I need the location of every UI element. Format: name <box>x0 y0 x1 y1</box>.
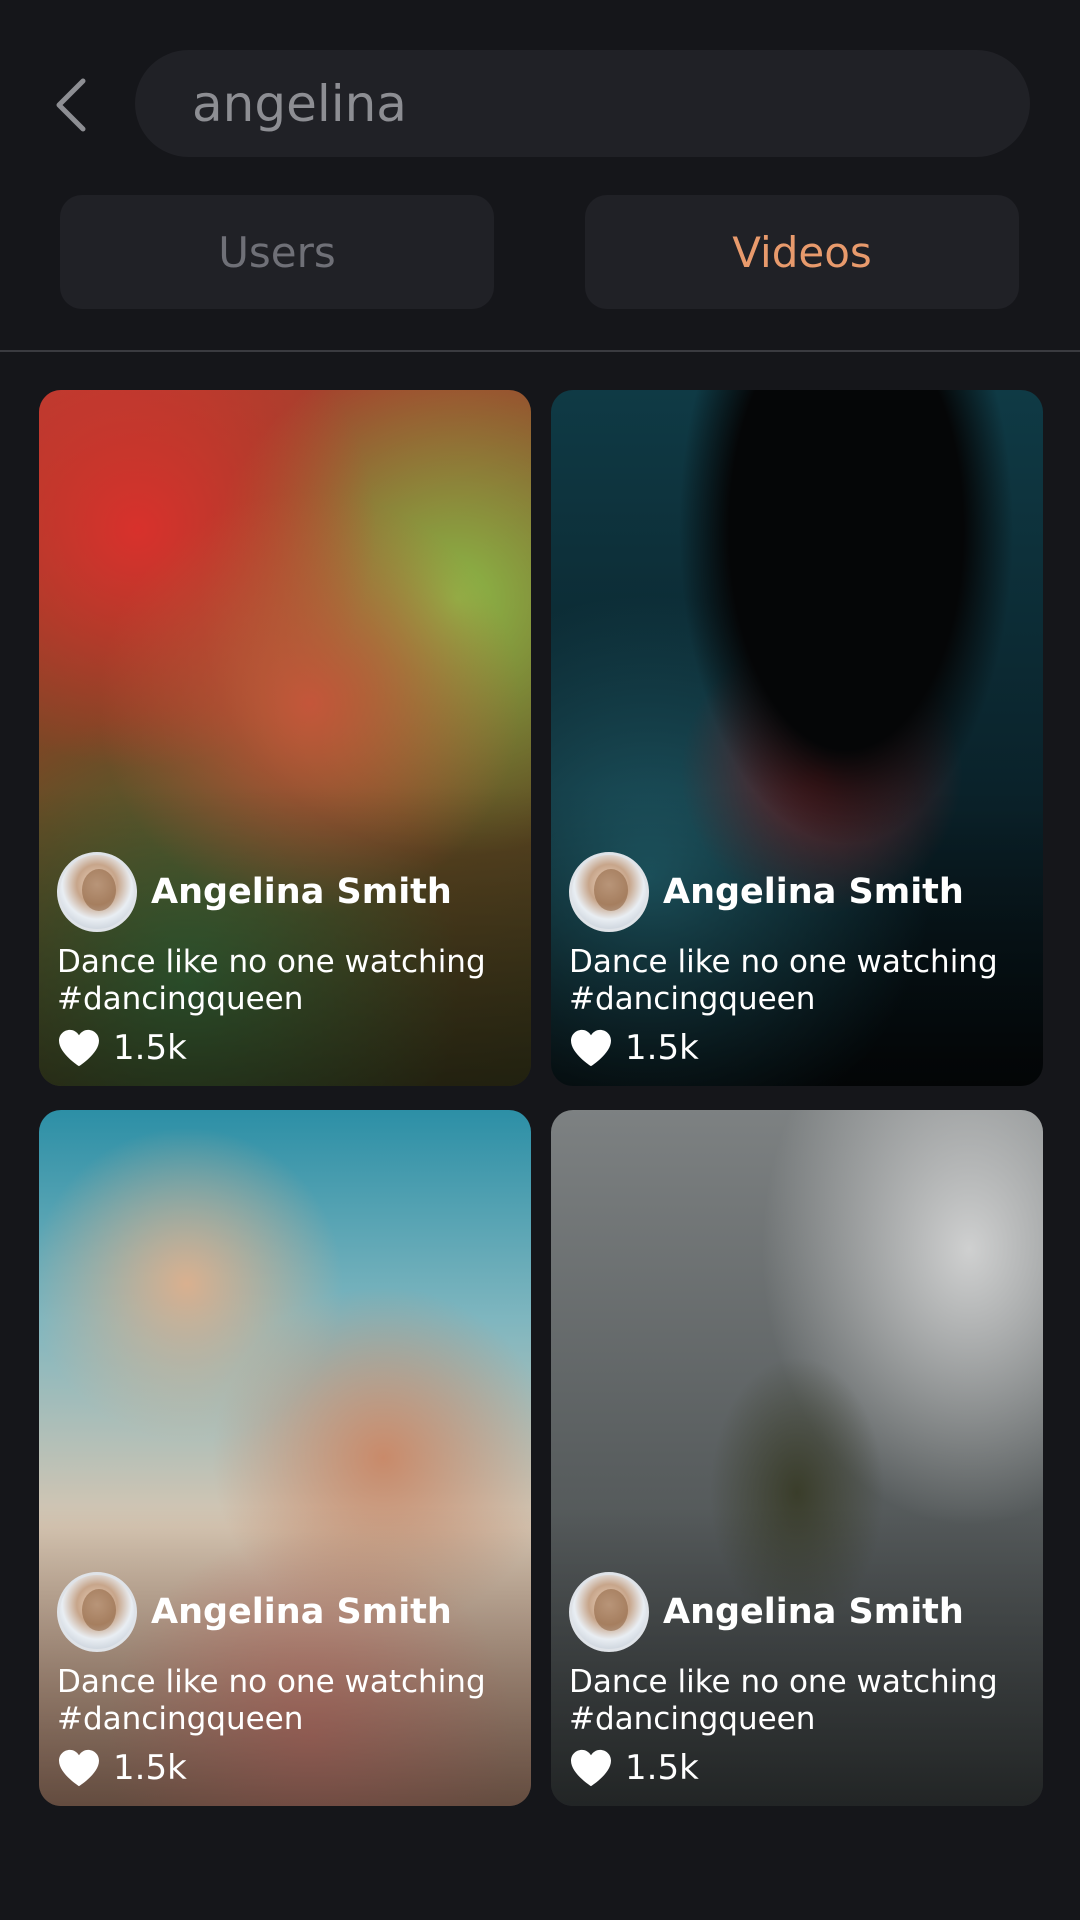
video-card[interactable]: Angelina Smith Dance like no one watchin… <box>39 390 531 1086</box>
heart-icon[interactable] <box>569 1748 613 1788</box>
video-caption: Dance like no one watching #dancingqueen <box>569 1664 998 1737</box>
like-count: 1.5k <box>625 1748 699 1788</box>
tab-videos-label: Videos <box>732 227 872 277</box>
video-caption: Dance like no one watching #dancingqueen <box>57 944 486 1017</box>
search-results-screen: Users Videos Angelina Smith Dance like n… <box>0 0 1080 1920</box>
author-name[interactable]: Angelina Smith <box>663 872 964 912</box>
search-bar[interactable] <box>135 50 1030 157</box>
avatar[interactable] <box>569 852 649 932</box>
author-name[interactable]: Angelina Smith <box>663 1592 964 1632</box>
chevron-left-icon <box>56 78 86 132</box>
video-caption: Dance like no one watching #dancingqueen <box>569 944 998 1017</box>
avatar[interactable] <box>57 852 137 932</box>
tab-videos[interactable]: Videos <box>585 195 1019 309</box>
heart-icon[interactable] <box>57 1028 101 1068</box>
back-button[interactable] <box>40 70 100 140</box>
avatar[interactable] <box>569 1572 649 1652</box>
video-card[interactable]: Angelina Smith Dance like no one watchin… <box>39 1110 531 1806</box>
divider <box>0 350 1080 352</box>
like-count: 1.5k <box>625 1028 699 1068</box>
author-name[interactable]: Angelina Smith <box>151 872 452 912</box>
tab-users-label: Users <box>218 227 336 277</box>
video-card[interactable]: Angelina Smith Dance like no one watchin… <box>551 390 1043 1086</box>
like-count: 1.5k <box>113 1748 187 1788</box>
heart-icon[interactable] <box>569 1028 613 1068</box>
heart-icon[interactable] <box>57 1748 101 1788</box>
tab-users[interactable]: Users <box>60 195 494 309</box>
like-count: 1.5k <box>113 1028 187 1068</box>
video-caption: Dance like no one watching #dancingqueen <box>57 1664 486 1737</box>
search-input[interactable] <box>190 73 994 134</box>
video-card[interactable]: Angelina Smith Dance like no one watchin… <box>551 1110 1043 1806</box>
author-name[interactable]: Angelina Smith <box>151 1592 452 1632</box>
avatar[interactable] <box>57 1572 137 1652</box>
